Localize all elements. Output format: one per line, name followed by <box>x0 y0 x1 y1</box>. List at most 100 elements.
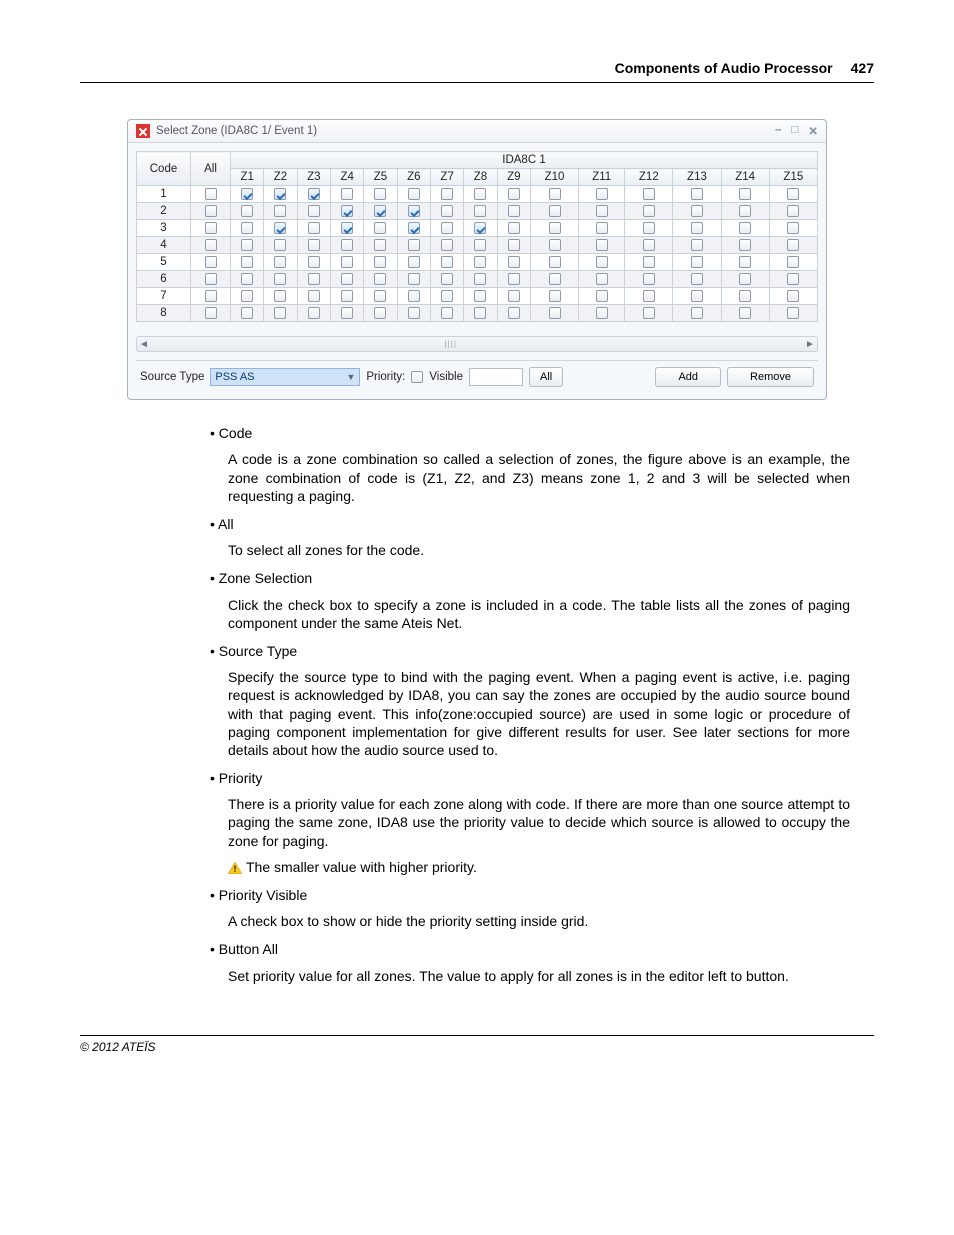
zone-checkbox[interactable] <box>474 307 486 319</box>
zone-checkbox[interactable] <box>739 307 751 319</box>
zone-checkbox[interactable] <box>474 290 486 302</box>
zone-checkbox[interactable] <box>549 307 561 319</box>
zone-checkbox[interactable] <box>241 222 253 234</box>
zone-checkbox[interactable] <box>787 205 799 217</box>
zone-checkbox[interactable] <box>787 290 799 302</box>
zone-checkbox[interactable] <box>241 188 253 200</box>
zone-checkbox[interactable] <box>474 273 486 285</box>
remove-button[interactable]: Remove <box>727 367 814 387</box>
zone-checkbox[interactable] <box>549 273 561 285</box>
zone-checkbox[interactable] <box>596 188 608 200</box>
zone-checkbox[interactable] <box>549 239 561 251</box>
zone-checkbox[interactable] <box>596 205 608 217</box>
zone-checkbox[interactable] <box>643 205 655 217</box>
zone-checkbox[interactable] <box>787 188 799 200</box>
zone-checkbox[interactable] <box>508 239 520 251</box>
all-checkbox[interactable] <box>205 222 217 234</box>
zone-checkbox[interactable] <box>441 239 453 251</box>
zone-checkbox[interactable] <box>643 256 655 268</box>
zone-checkbox[interactable] <box>549 205 561 217</box>
zone-checkbox[interactable] <box>441 222 453 234</box>
zone-checkbox[interactable] <box>596 273 608 285</box>
zone-checkbox[interactable] <box>787 256 799 268</box>
zone-checkbox[interactable] <box>643 222 655 234</box>
zone-checkbox[interactable] <box>341 205 353 217</box>
zone-checkbox[interactable] <box>596 307 608 319</box>
zone-checkbox[interactable] <box>274 273 286 285</box>
zone-checkbox[interactable] <box>508 205 520 217</box>
zone-checkbox[interactable] <box>408 239 420 251</box>
all-checkbox[interactable] <box>205 290 217 302</box>
zone-checkbox[interactable] <box>274 188 286 200</box>
zone-checkbox[interactable] <box>341 222 353 234</box>
all-checkbox[interactable] <box>205 273 217 285</box>
zone-checkbox[interactable] <box>274 222 286 234</box>
zone-checkbox[interactable] <box>643 290 655 302</box>
zone-checkbox[interactable] <box>508 222 520 234</box>
zone-checkbox[interactable] <box>691 273 703 285</box>
zone-checkbox[interactable] <box>508 188 520 200</box>
zone-checkbox[interactable] <box>596 256 608 268</box>
zone-checkbox[interactable] <box>374 307 386 319</box>
all-checkbox[interactable] <box>205 239 217 251</box>
zone-checkbox[interactable] <box>374 290 386 302</box>
zone-checkbox[interactable] <box>691 256 703 268</box>
zone-checkbox[interactable] <box>787 239 799 251</box>
zone-checkbox[interactable] <box>739 222 751 234</box>
zone-checkbox[interactable] <box>596 239 608 251</box>
zone-checkbox[interactable] <box>549 222 561 234</box>
zone-checkbox[interactable] <box>408 256 420 268</box>
zone-checkbox[interactable] <box>474 239 486 251</box>
zone-checkbox[interactable] <box>549 256 561 268</box>
zone-checkbox[interactable] <box>691 239 703 251</box>
zone-checkbox[interactable] <box>787 307 799 319</box>
zone-checkbox[interactable] <box>408 205 420 217</box>
zone-checkbox[interactable] <box>643 188 655 200</box>
zone-checkbox[interactable] <box>341 239 353 251</box>
maximize-icon[interactable]: □ <box>791 124 798 138</box>
zone-checkbox[interactable] <box>474 188 486 200</box>
all-checkbox[interactable] <box>205 256 217 268</box>
zone-checkbox[interactable] <box>441 307 453 319</box>
zone-checkbox[interactable] <box>474 222 486 234</box>
zone-checkbox[interactable] <box>508 290 520 302</box>
zone-checkbox[interactable] <box>441 290 453 302</box>
zone-checkbox[interactable] <box>374 239 386 251</box>
zone-checkbox[interactable] <box>341 256 353 268</box>
zone-checkbox[interactable] <box>441 273 453 285</box>
scroll-right-icon[interactable]: ► <box>805 339 815 350</box>
zone-checkbox[interactable] <box>308 307 320 319</box>
zone-checkbox[interactable] <box>341 273 353 285</box>
zone-checkbox[interactable] <box>441 256 453 268</box>
zone-checkbox[interactable] <box>408 307 420 319</box>
zone-checkbox[interactable] <box>241 307 253 319</box>
close-icon[interactable]: ✕ <box>808 124 818 138</box>
zone-checkbox[interactable] <box>643 273 655 285</box>
zone-checkbox[interactable] <box>308 188 320 200</box>
zone-checkbox[interactable] <box>308 256 320 268</box>
zone-checkbox[interactable] <box>374 205 386 217</box>
zone-checkbox[interactable] <box>308 239 320 251</box>
zone-checkbox[interactable] <box>643 307 655 319</box>
zone-checkbox[interactable] <box>241 205 253 217</box>
horizontal-scrollbar[interactable]: ◄ |||| ► <box>136 336 818 352</box>
zone-checkbox[interactable] <box>274 307 286 319</box>
zone-checkbox[interactable] <box>691 205 703 217</box>
zone-checkbox[interactable] <box>596 290 608 302</box>
zone-checkbox[interactable] <box>508 273 520 285</box>
zone-checkbox[interactable] <box>241 239 253 251</box>
zone-checkbox[interactable] <box>474 256 486 268</box>
zone-checkbox[interactable] <box>241 290 253 302</box>
zone-checkbox[interactable] <box>274 205 286 217</box>
zone-checkbox[interactable] <box>374 188 386 200</box>
all-button[interactable]: All <box>529 367 563 387</box>
zone-checkbox[interactable] <box>549 290 561 302</box>
zone-checkbox[interactable] <box>739 256 751 268</box>
zone-checkbox[interactable] <box>274 239 286 251</box>
zone-checkbox[interactable] <box>549 188 561 200</box>
zone-checkbox[interactable] <box>241 256 253 268</box>
zone-checkbox[interactable] <box>643 239 655 251</box>
all-checkbox[interactable] <box>205 205 217 217</box>
zone-checkbox[interactable] <box>596 222 608 234</box>
zone-checkbox[interactable] <box>508 256 520 268</box>
